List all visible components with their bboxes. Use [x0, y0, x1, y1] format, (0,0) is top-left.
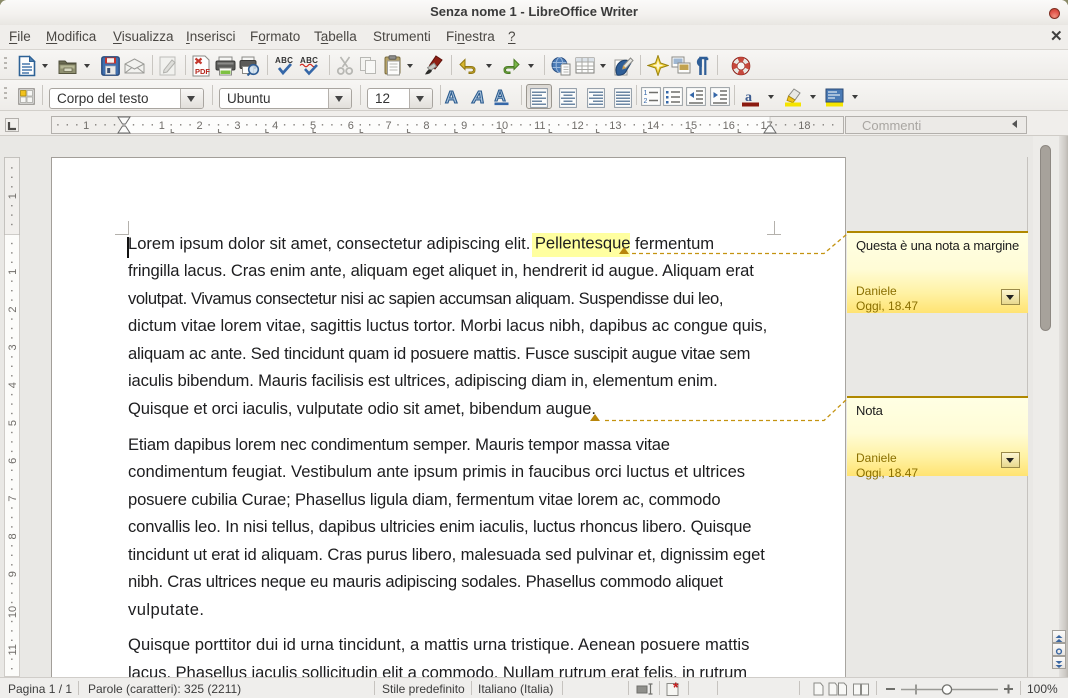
svg-text:7: 7 [386, 120, 392, 132]
svg-text:PDF: PDF [195, 67, 210, 76]
svg-text:*: * [673, 681, 679, 695]
svg-text:11: 11 [534, 120, 545, 132]
svg-text:8: 8 [423, 120, 429, 132]
svg-text:18: 18 [798, 120, 810, 132]
svg-text:1: 1 [644, 90, 648, 97]
svg-text:A: A [495, 88, 506, 105]
svg-text:1: 1 [83, 120, 89, 132]
svg-text:16: 16 [723, 120, 735, 132]
svg-text:2: 2 [644, 98, 648, 105]
svg-text:ABC: ABC [300, 56, 318, 65]
svg-text:4: 4 [272, 120, 278, 132]
svg-text:9: 9 [461, 120, 467, 132]
svg-text:3: 3 [234, 120, 240, 132]
svg-text:13: 13 [609, 120, 621, 132]
svg-text:12: 12 [571, 120, 583, 132]
svg-text:A: A [445, 87, 458, 106]
svg-text:6: 6 [348, 120, 354, 132]
svg-text:1: 1 [159, 120, 165, 132]
svg-text:2: 2 [197, 120, 203, 132]
svg-text:A: A [471, 87, 485, 106]
svg-text:14: 14 [647, 120, 659, 132]
